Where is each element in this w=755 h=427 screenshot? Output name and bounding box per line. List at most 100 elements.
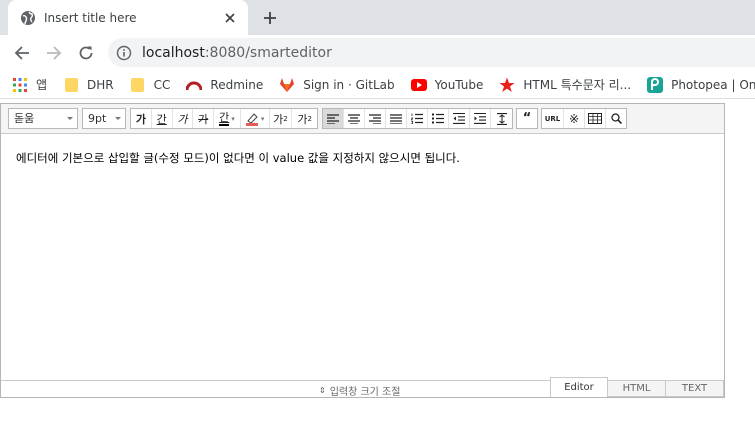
align-right-icon — [369, 113, 381, 124]
subscript-mark: 2 — [307, 114, 312, 123]
chevron-down-icon: ▾ — [260, 114, 265, 123]
forward-arrow-icon[interactable] — [42, 41, 66, 65]
plus-icon[interactable] — [258, 6, 282, 30]
globe-icon — [21, 10, 35, 25]
table-icon — [588, 113, 602, 124]
quote-icon[interactable]: “ — [517, 109, 537, 128]
bookmark-label: CC — [153, 77, 171, 92]
bold-button[interactable]: 가 — [131, 109, 152, 128]
url-text: localhost:8080/smarteditor — [142, 45, 332, 61]
insert-group: URL ※ — [541, 108, 627, 129]
find-replace-button[interactable] — [606, 109, 626, 128]
tab-title: Insert title here — [44, 10, 137, 25]
align-left-button[interactable] — [323, 109, 344, 128]
bookmark-youtube[interactable]: YouTube — [410, 77, 484, 93]
font-family-select[interactable]: 돋움 — [8, 108, 78, 129]
chevron-down-icon: ▾ — [231, 114, 235, 123]
browser-toolbar: localhost:8080/smarteditor — [0, 35, 755, 71]
table-button[interactable] — [585, 109, 606, 128]
info-icon[interactable] — [116, 45, 132, 61]
search-icon — [610, 113, 622, 124]
strikethrough-button[interactable]: 가 — [193, 109, 215, 128]
tab-editor[interactable]: Editor — [550, 377, 608, 397]
align-justify-button[interactable] — [386, 109, 407, 128]
unordered-list-button[interactable] — [428, 109, 449, 128]
resize-arrows-icon: ⇕ — [319, 386, 326, 395]
folder-icon — [63, 77, 79, 93]
close-icon[interactable] — [220, 8, 240, 28]
bookmark-label: HTML 특수문자 리... — [523, 78, 632, 92]
bookmark-cc[interactable]: CC — [130, 77, 171, 93]
font-family-value: 돋움 — [14, 112, 35, 125]
mode-tabs: Editor HTML TEXT — [550, 376, 724, 397]
tab-text[interactable]: TEXT — [666, 380, 724, 397]
superscript-button[interactable]: 가2 — [270, 109, 293, 128]
editor-content-area[interactable]: 에디터에 기본으로 삽입할 글(수정 모드)이 없다면 이 value 값을 지… — [1, 135, 724, 380]
bookmark-label: Sign in · GitLab — [303, 77, 395, 92]
align-center-button[interactable] — [344, 109, 365, 128]
star-icon — [499, 77, 515, 93]
address-bar[interactable]: localhost:8080/smarteditor — [108, 38, 755, 67]
special-character-icon[interactable]: ※ — [564, 109, 585, 128]
subscript-label: 가 — [297, 112, 308, 126]
reload-icon[interactable] — [74, 41, 98, 65]
editor-content-text: 에디터에 기본으로 삽입할 글(수정 모드)이 없다면 이 value 값을 지… — [16, 151, 460, 165]
photopea-icon — [647, 76, 664, 93]
font-color-button[interactable]: 간 ▾ — [214, 109, 241, 128]
apps-grid-icon — [12, 77, 28, 93]
line-height-icon — [496, 112, 507, 125]
bookmark-dhr[interactable]: DHR — [63, 77, 114, 93]
font-color-label: 간 — [219, 110, 230, 126]
unordered-list-icon — [432, 113, 444, 124]
outdent-button[interactable] — [449, 109, 470, 128]
youtube-icon — [410, 77, 427, 93]
align-right-button[interactable] — [365, 109, 386, 128]
italic-button[interactable]: 가 — [173, 109, 194, 128]
bookmarks-bar: 앱 DHR CC Redmine Sign in · GitLab YouTub… — [0, 71, 755, 99]
bookmark-redmine[interactable]: Redmine — [186, 77, 263, 93]
browser-tab[interactable]: Insert title here — [8, 0, 248, 35]
smart-editor: 돋움 9pt 가 간 가 가 간 ▾ ▾ 가2 가 2 “ URL ※ 에디터에… — [0, 103, 725, 398]
bookmark-photopea[interactable]: Photopea | Online — [647, 76, 755, 93]
resize-handle[interactable]: ⇕ 입력창 크기 조절 — [319, 383, 400, 398]
indent-button[interactable] — [470, 109, 491, 128]
bookmark-apps[interactable]: 앱 — [12, 76, 47, 93]
ordered-list-button[interactable] — [407, 109, 428, 128]
back-arrow-icon[interactable] — [10, 41, 34, 65]
font-size-value: 9pt — [88, 112, 107, 125]
tab-strip: Insert title here — [0, 0, 755, 35]
outdent-icon — [453, 113, 465, 124]
indent-icon — [474, 113, 486, 124]
line-height-button[interactable] — [491, 109, 512, 128]
paragraph-group — [322, 108, 513, 129]
bookmark-label: DHR — [87, 77, 114, 92]
tab-html[interactable]: HTML — [608, 380, 666, 397]
ordered-list-icon — [411, 113, 423, 124]
font-size-select[interactable]: 9pt — [82, 108, 126, 129]
highlight-color-button[interactable]: ▾ — [241, 109, 270, 128]
align-justify-icon — [390, 113, 402, 124]
bookmark-html-chars[interactable]: HTML 특수문자 리... — [499, 76, 631, 93]
superscript-mark: 2 — [283, 114, 288, 123]
bookmark-gitlab[interactable]: Sign in · GitLab — [279, 77, 395, 93]
chevron-down-icon — [67, 117, 73, 120]
redmine-icon — [186, 77, 203, 93]
underline-button[interactable]: 간 — [152, 109, 173, 128]
resize-bar[interactable]: ⇕ 입력창 크기 조절 Editor HTML TEXT — [1, 377, 724, 398]
resize-label: 입력창 크기 조절 — [329, 387, 401, 398]
highlighter-icon — [245, 112, 258, 126]
bookmark-label: YouTube — [434, 77, 484, 92]
align-left-icon — [327, 113, 339, 124]
text-style-group: 가 간 가 가 간 ▾ ▾ 가2 가2 — [130, 108, 318, 129]
superscript-label: 가 — [273, 112, 284, 126]
align-center-icon — [348, 113, 360, 124]
url-host: localhost — [142, 44, 205, 61]
chevron-down-icon — [115, 117, 121, 120]
hyperlink-button[interactable]: URL — [542, 109, 564, 128]
bookmark-label: Redmine — [210, 77, 264, 92]
bookmark-label: 앱 — [36, 78, 48, 92]
editor-toolbar: 돋움 9pt 가 간 가 가 간 ▾ ▾ 가2 가 2 “ URL ※ — [1, 104, 724, 134]
url-path: :8080/smarteditor — [204, 44, 332, 61]
subscript-button[interactable]: 가2 — [292, 109, 317, 128]
gitlab-icon — [279, 77, 295, 93]
